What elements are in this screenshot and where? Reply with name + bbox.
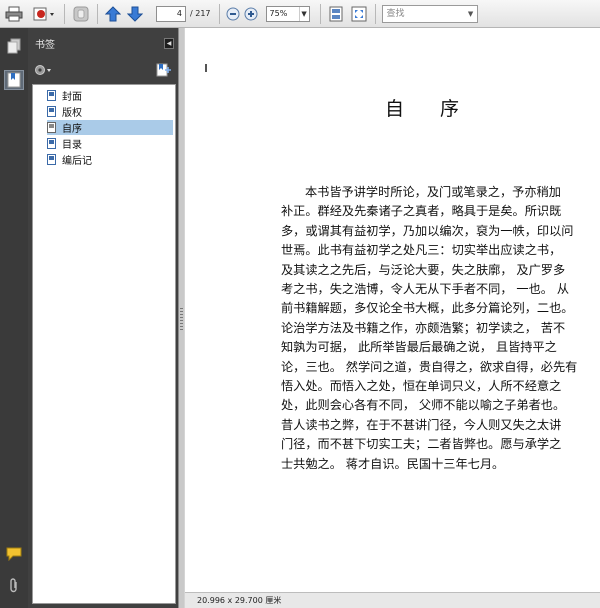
bookmark-item[interactable]: 封面	[47, 88, 82, 103]
attachments-panel-button[interactable]	[4, 576, 24, 596]
splitter-grip[interactable]	[180, 308, 183, 332]
text-line: 知孰为可据， 此所举皆最后最确之说， 且皆持平之	[281, 340, 557, 355]
bookmark-icon	[47, 106, 56, 117]
bookmark-icon	[47, 122, 56, 133]
text-line: 士共勉之。 蒋才自识。民国十三年七月。	[281, 456, 505, 471]
navigation-pane-strip	[0, 28, 28, 608]
bookmark-icon	[47, 154, 56, 165]
toolbar-divider	[97, 3, 98, 24]
bookmarks-panel: 书签 ◀ 封面 版权 自序 目录 编后记	[28, 28, 178, 608]
collapse-panel-button[interactable]: ◀	[164, 37, 174, 49]
comment-icon	[6, 547, 22, 561]
zoom-in-button[interactable]	[242, 3, 260, 25]
bookmarks-icon	[7, 72, 21, 88]
bookmark-label: 自序	[62, 124, 82, 135]
text-line: 本书皆予讲学时所论，及门或笔录之，予亦稍加	[305, 185, 561, 199]
bookmark-label: 编后记	[62, 156, 92, 167]
toolbar-divider	[64, 3, 65, 24]
comments-panel-button[interactable]	[4, 544, 24, 564]
toolbar-divider	[374, 3, 376, 24]
bookmark-icon	[47, 90, 56, 101]
bookmark-label: 目录	[62, 140, 82, 151]
text-line: 悟入处。而悟入之处，恒在单词只义，人所不经意之	[281, 379, 562, 394]
page-title: 自序	[385, 98, 496, 120]
bookmarks-title: 书签	[35, 39, 55, 51]
text-line: 处，此则会心各有不同， 父师不能以喻之子弟者也。	[281, 398, 566, 413]
toolbar-divider	[319, 3, 321, 24]
page-total: / 217	[190, 9, 211, 18]
text-line: 论治学方法及书籍之作，亦颇浩繁；初学读之， 苦不	[281, 320, 566, 335]
text-line: 昔人读书之弊，在于不甚讲门径，今人则又失之太讲	[281, 417, 562, 432]
status-bar: 20.996 x 29.700 厘米	[185, 592, 600, 608]
search-placeholder: 查找	[386, 8, 405, 19]
text-line: 前书籍解题，多仅论全书大概，此多分篇论列，二也。	[281, 301, 574, 316]
pdf-reader-window: 4 / 217 75% ▼ 查找 ▼ 书签 ◀ 封面 版权 自序 目录 编后记 …	[0, 0, 600, 608]
new-bookmark-icon	[156, 63, 171, 77]
paperclip-icon	[10, 578, 17, 593]
bookmarks-toolbar	[28, 58, 178, 82]
page-body: 本书皆予讲学时所论，及门或笔录之，予亦稍加 补正。群经及先秦诸子之真者，略具于是…	[281, 183, 578, 474]
print-button[interactable]	[0, 3, 28, 25]
gear-icon	[35, 65, 51, 75]
next-page-button[interactable]	[124, 3, 146, 25]
bookmark-label: 封面	[62, 92, 82, 103]
bookmark-item[interactable]: 目录	[47, 136, 82, 151]
arrow-down-icon	[127, 6, 143, 22]
bookmark-label: 版权	[62, 108, 82, 119]
zoom-out-button[interactable]	[224, 3, 242, 25]
new-bookmark-button[interactable]	[156, 63, 172, 77]
acrobat-icon	[33, 7, 54, 20]
search-input[interactable]: 查找 ▼	[381, 4, 478, 23]
arrow-up-icon	[105, 5, 121, 21]
text-line: 考之书，失之浩博，令人无从下手者不同， 一也。 从	[281, 282, 570, 297]
hand-tool-icon	[73, 6, 89, 21]
pages-panel-button[interactable]	[4, 36, 24, 56]
bookmark-icon	[47, 138, 56, 149]
page-number-input[interactable]: 4	[156, 5, 186, 22]
chevron-down-icon: ▼	[298, 6, 309, 21]
page-mark	[205, 64, 207, 72]
chevron-down-icon: ▼	[467, 9, 474, 18]
bookmark-item[interactable]: 编后记	[47, 152, 92, 167]
bookmark-item[interactable]: 版权	[47, 104, 82, 119]
toolbar-divider	[218, 3, 220, 24]
fullscreen-button[interactable]	[347, 3, 371, 25]
text-line: 及其读之之先后，与泛论大要，失之肤廓， 及广罗多	[281, 262, 566, 277]
fullscreen-icon	[351, 6, 367, 21]
page-size-readout: 20.996 x 29.700 厘米	[197, 596, 282, 605]
text-line: 补正。群经及先秦诸子之真者，略具于是矣。所识既	[281, 204, 562, 219]
text-line: 多，或谓其有益初学，乃加以编次，裒为一帙，印以问	[281, 223, 574, 238]
hand-tool-button[interactable]	[69, 3, 93, 25]
bookmark-options-button[interactable]	[34, 64, 52, 76]
fit-page-button[interactable]	[325, 3, 347, 25]
document-page[interactable]: 自序 本书皆予讲学时所论，及门或笔录之，予亦稍加 补正。群经及先秦诸子之真者，略…	[185, 28, 600, 592]
text-line: 世焉。此书有益初学之处凡三：切实举出应读之书，	[281, 243, 562, 258]
panel-splitter[interactable]	[178, 28, 184, 608]
toolbar: 4 / 217 75% ▼ 查找 ▼	[0, 0, 600, 28]
bookmark-item-selected[interactable]: 自序	[47, 120, 173, 135]
acrobat-button[interactable]	[28, 3, 60, 25]
bookmarks-panel-button[interactable]	[4, 70, 24, 90]
bookmarks-header: 书签 ◀	[28, 28, 178, 58]
pages-icon	[7, 38, 21, 54]
zoom-in-icon	[244, 7, 258, 20]
text-line: 门径，而不甚下切实工夫；二者皆弊也。愿与承学之	[281, 437, 562, 452]
zoom-out-icon	[226, 7, 240, 20]
bookmark-tree: 封面 版权 自序 目录 编后记	[32, 84, 176, 604]
text-line: 论，三也。 然学问之道，贵自得之，欲求自得，必先有	[281, 359, 578, 374]
print-icon	[5, 6, 23, 21]
zoom-value: 75%	[269, 8, 288, 18]
fit-page-icon	[329, 6, 343, 21]
previous-page-button[interactable]	[102, 3, 124, 25]
zoom-select[interactable]: 75% ▼	[265, 5, 310, 22]
